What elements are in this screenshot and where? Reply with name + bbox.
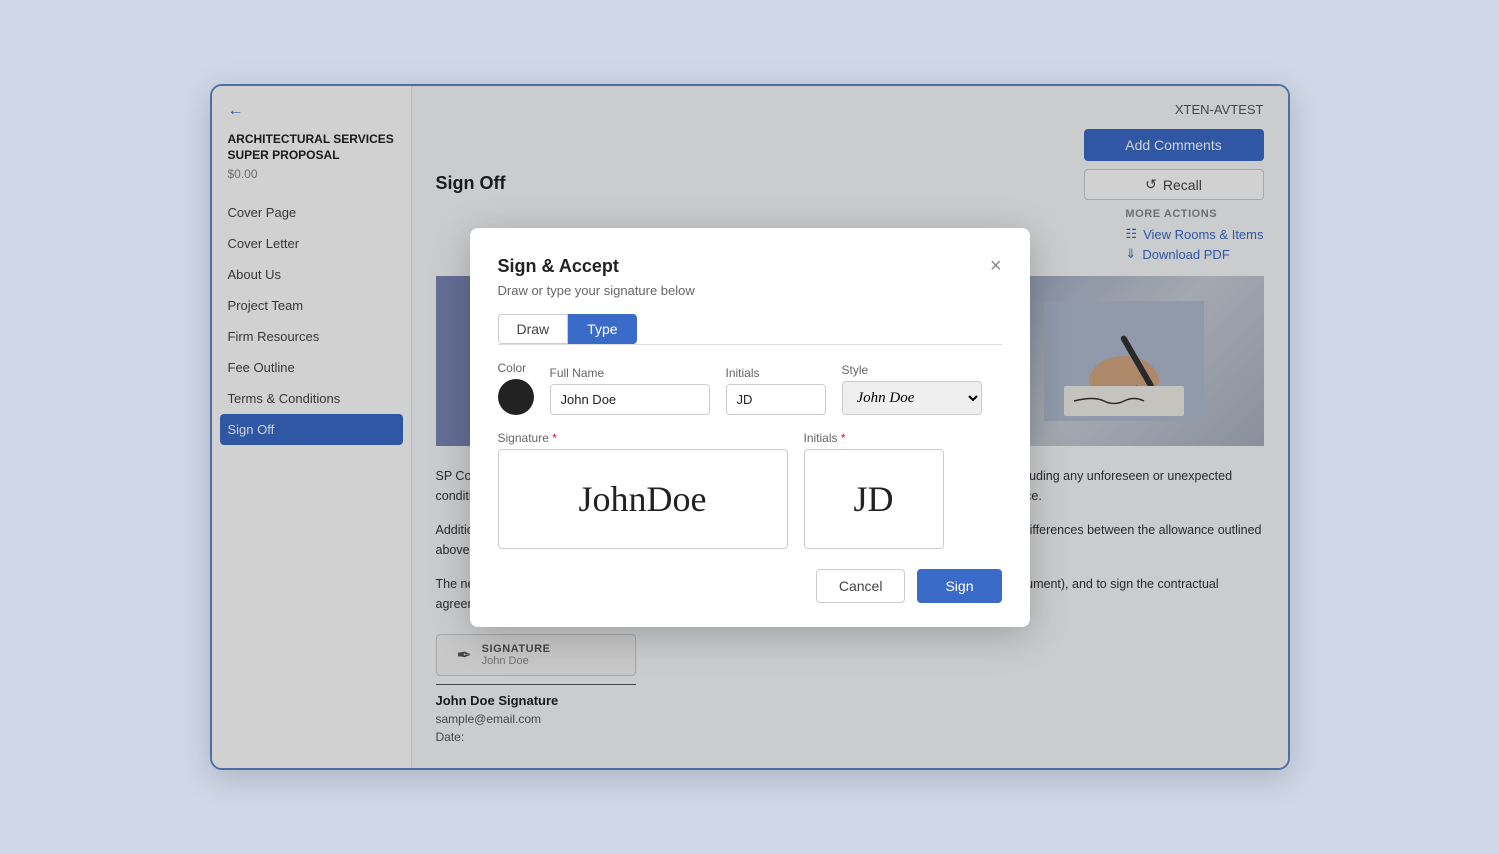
form-row: Color Full Name Initials Style John Doe (498, 361, 1002, 415)
initials-preview-text: JD (853, 478, 893, 520)
style-label: Style (842, 363, 982, 377)
style-select[interactable]: John Doe (842, 381, 982, 415)
sign-button[interactable]: Sign (917, 569, 1001, 603)
color-label: Color (498, 361, 534, 375)
initials-label: Initials (726, 366, 826, 380)
cancel-button[interactable]: Cancel (816, 569, 906, 603)
color-swatch-button[interactable] (498, 379, 534, 415)
full-name-label: Full Name (550, 366, 710, 380)
signature-canvas-label: Signature * (498, 431, 788, 445)
modal-title: Sign & Accept (498, 256, 619, 277)
sign-accept-modal: Sign & Accept × Draw or type your signat… (470, 228, 1030, 627)
initials-required-mark: * (841, 431, 846, 445)
initials-input[interactable] (726, 384, 826, 415)
sig-fields-row: Signature * JohnDoe Initials * JD (498, 431, 1002, 549)
initials-group: Initials (726, 366, 826, 415)
initials-canvas-label: Initials * (804, 431, 944, 445)
modal-header: Sign & Accept × (498, 256, 1002, 277)
full-name-group: Full Name (550, 366, 710, 415)
style-group: Style John Doe (842, 363, 982, 415)
modal-overlay: Sign & Accept × Draw or type your signat… (212, 86, 1288, 768)
tab-row: Draw Type (498, 314, 1002, 345)
tab-draw[interactable]: Draw (498, 314, 569, 344)
color-group: Color (498, 361, 534, 415)
initials-canvas[interactable]: JD (804, 449, 944, 549)
app-window: ← ARCHITECTURAL SERVICES SUPER PROPOSAL … (210, 84, 1290, 770)
signature-canvas-group: Signature * JohnDoe (498, 431, 788, 549)
full-name-input[interactable] (550, 384, 710, 415)
sig-required-mark: * (552, 431, 557, 445)
signature-canvas[interactable]: JohnDoe (498, 449, 788, 549)
modal-close-button[interactable]: × (990, 256, 1002, 276)
signature-preview-text: JohnDoe (579, 478, 707, 520)
modal-footer: Cancel Sign (498, 569, 1002, 603)
tab-type[interactable]: Type (568, 314, 636, 344)
initials-canvas-group: Initials * JD (804, 431, 944, 549)
modal-subtitle: Draw or type your signature below (498, 283, 1002, 298)
